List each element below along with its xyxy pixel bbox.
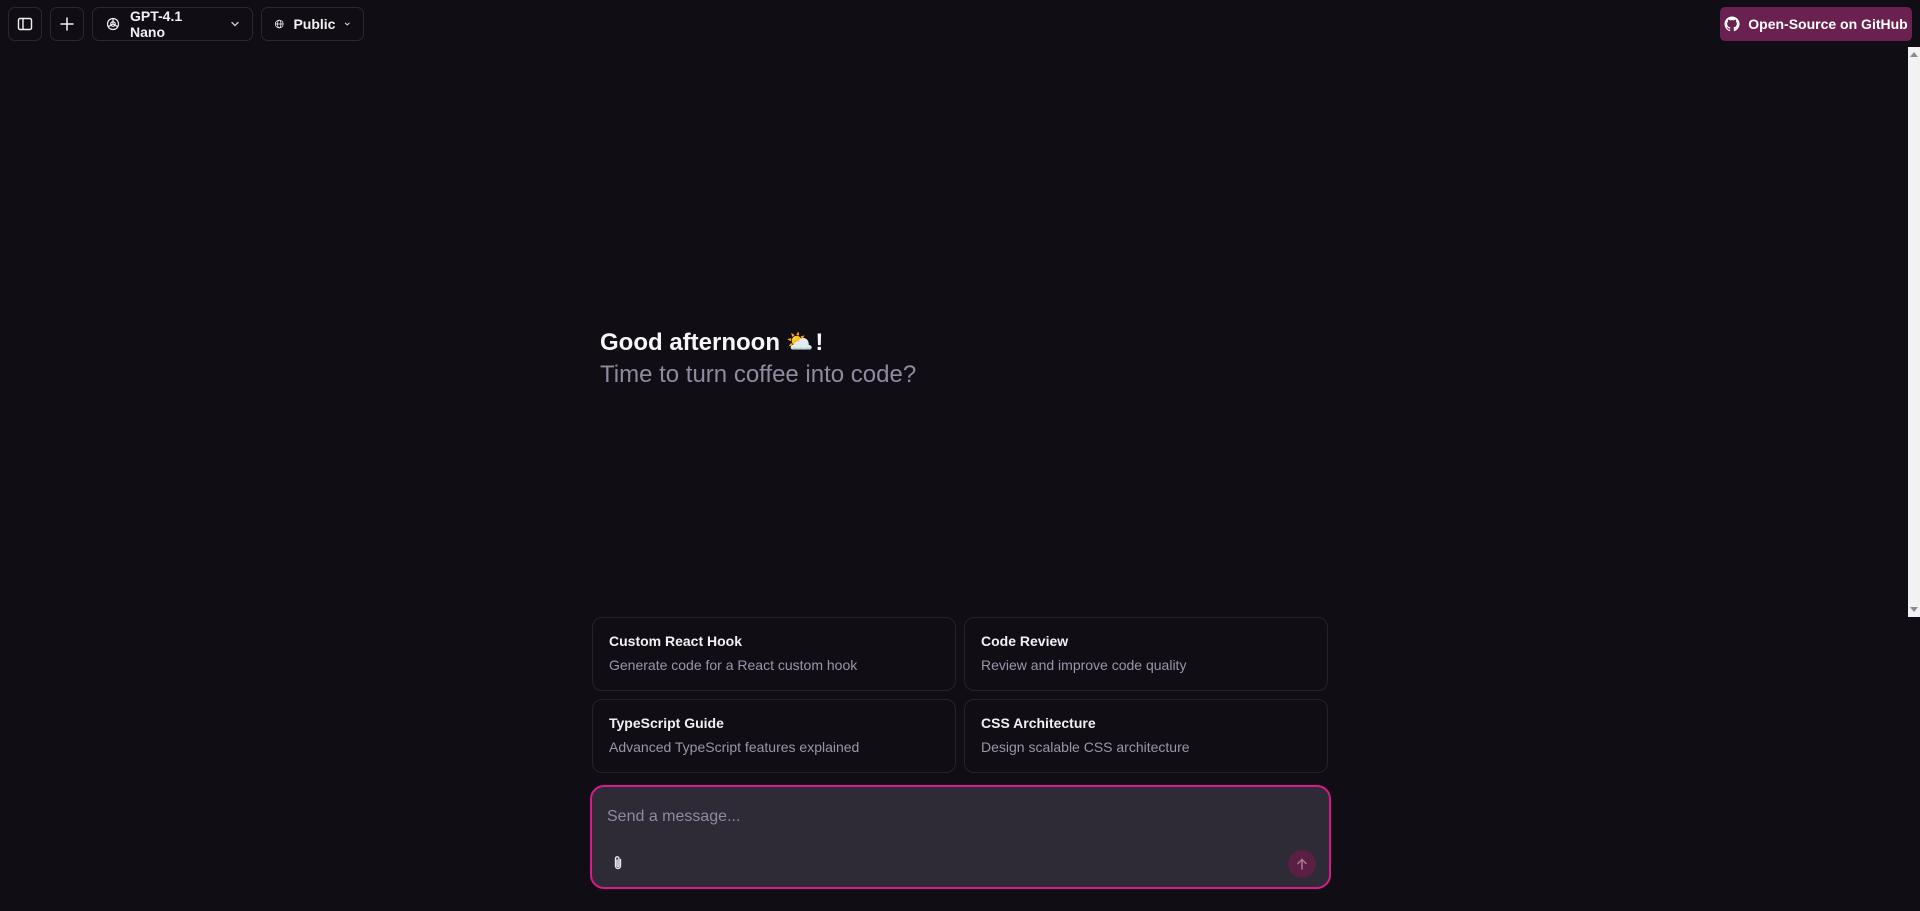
- top-bar: GPT-4.1 Nano Public Open-Source on GitHu…: [0, 0, 1920, 47]
- chevron-down-icon: [345, 22, 351, 26]
- suggestion-card[interactable]: TypeScript Guide Advanced TypeScript fea…: [592, 699, 956, 773]
- suggestion-description: Advanced TypeScript features explained: [609, 739, 860, 755]
- suggestion-description: Design scalable CSS architecture: [981, 739, 1190, 755]
- suggestion-card[interactable]: Code Review Review and improve code qual…: [964, 617, 1328, 691]
- paperclip-icon: [614, 856, 622, 870]
- plus-icon: [60, 17, 74, 31]
- suggestion-title: TypeScript Guide: [609, 715, 724, 731]
- send-button[interactable]: [1288, 850, 1316, 878]
- visibility-selector[interactable]: Public: [261, 7, 364, 41]
- new-chat-button[interactable]: [50, 7, 84, 41]
- greeting-exclaim: !: [815, 329, 824, 356]
- suggestion-description: Generate code for a React custom hook: [609, 657, 858, 673]
- model-label: GPT-4.1 Nano: [130, 8, 183, 40]
- sidebar-icon: [17, 17, 33, 31]
- arrow-up-icon: [1297, 858, 1307, 870]
- github-button[interactable]: Open-Source on GitHub: [1720, 7, 1912, 41]
- sidebar-toggle-button[interactable]: [8, 7, 42, 41]
- scroll-up-arrow[interactable]: [1910, 52, 1918, 57]
- suggestion-card[interactable]: Custom React Hook Generate code for a Re…: [592, 617, 956, 691]
- greeting-title: Good afternoon ⛅ !: [600, 327, 916, 359]
- visibility-label: Public: [293, 16, 336, 32]
- chevron-down-icon: [231, 21, 239, 27]
- github-label: Open-Source on GitHub: [1748, 16, 1908, 32]
- github-icon: [1724, 16, 1740, 32]
- greeting-text: Good afternoon: [600, 329, 780, 356]
- greeting-subtitle: Time to turn coffee into code?: [600, 361, 917, 388]
- suggestion-title: Custom React Hook: [609, 633, 743, 649]
- suggestion-card[interactable]: CSS Architecture Design scalable CSS arc…: [964, 699, 1328, 773]
- globe-icon: [274, 19, 284, 29]
- suggestion-title: CSS Architecture: [981, 715, 1096, 731]
- scroll-down-arrow[interactable]: [1910, 607, 1918, 612]
- model-selector[interactable]: GPT-4.1 Nano: [92, 7, 253, 41]
- suggestion-grid: Custom React Hook Generate code for a Re…: [592, 617, 1328, 773]
- sun-cloud-icon: ⛅: [785, 330, 814, 355]
- message-input[interactable]: [607, 802, 1307, 832]
- suggestion-title: Code Review: [981, 633, 1069, 649]
- scrollbar[interactable]: [1908, 47, 1920, 617]
- openai-icon: [106, 17, 120, 31]
- suggestion-description: Review and improve code quality: [981, 657, 1187, 673]
- composer-inner: [595, 790, 1326, 884]
- greeting: Good afternoon ⛅ ! Time to turn coffee i…: [600, 327, 916, 391]
- message-composer: [590, 785, 1331, 889]
- attach-button[interactable]: [605, 850, 631, 876]
